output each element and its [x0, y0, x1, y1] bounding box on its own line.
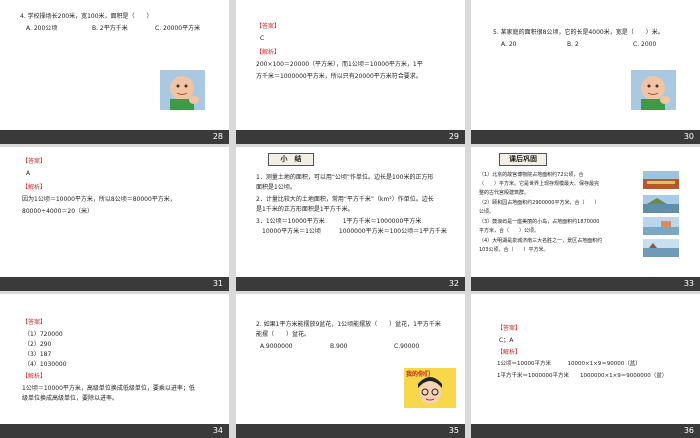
analysis-line-2: 1平方千米＝1000000平方米 1000000×1×9＝9000000（盆）: [497, 373, 668, 379]
option-a: A. 20: [501, 41, 517, 48]
analysis-line-2: 方千米＝1000000平方米，所以只有20000平方米符合要求。: [256, 73, 422, 80]
practice-line-9: 103公顷，合（ ）平方米。: [479, 247, 549, 253]
question-line-1: 2. 如果1平方米能摆放9盆花，1公顷能摆放（ ）盆花，1平方千米: [256, 321, 441, 328]
slide-number: 34: [212, 426, 223, 435]
slide-number: 32: [448, 279, 459, 288]
answer-1: （1）720000: [24, 331, 63, 338]
slide-29[interactable]: 【答案】 C 【解析】 200×100＝20000（平方米），而1公顷＝1000…: [236, 0, 465, 144]
summary-line-2: 面积是1公顷。: [256, 184, 296, 191]
summary-line-1: 1．测量土地的面积，可以用“公顷”作单位。边长是100米的正方形: [256, 174, 434, 181]
option-b: B. 2平方千米: [92, 25, 128, 32]
summer-palace-photo: [643, 195, 679, 213]
slide-34[interactable]: 【答案】 （1）720000 （2）290 （3）187 （4）1030000 …: [0, 294, 229, 438]
question-text: 4. 学校操场长200米，宽100米，面积是（ ）: [20, 13, 153, 20]
slide-35[interactable]: 2. 如果1平方米能摆放9盆花，1公顷能摆放（ ）盆花，1平方千米 能摆（ ）盆…: [236, 294, 465, 438]
answer-label: 【答案】: [22, 158, 47, 165]
analysis-label: 【解析】: [22, 373, 47, 380]
option-a: A.9000000: [260, 343, 293, 350]
practice-line-3: 整的古代宫殿建筑群。: [479, 190, 530, 196]
cartoon-sticker: 我的你们: [404, 368, 456, 408]
practice-line-2: （ ）平方米。它是世界上现存规模最大、保存最完: [479, 181, 600, 187]
option-b: B. 2: [567, 41, 579, 48]
daming-lake-photo: [643, 239, 679, 257]
summary-line-4: 是1千米的正方形面积是1平方千米。: [256, 206, 354, 213]
baby-photo: [160, 70, 205, 110]
palace-photo: [643, 171, 679, 189]
baby-photo: [631, 70, 676, 110]
practice-line-5: 公顷。: [479, 209, 495, 215]
slide-number: 30: [683, 132, 694, 141]
slide-number: 29: [448, 132, 459, 141]
answer-value: A: [26, 170, 31, 177]
answer-2: （2）290: [24, 341, 52, 348]
practice-line-1: （1）北京的故宫博物院占地面积约72公顷，合: [479, 172, 584, 178]
slide-36[interactable]: 【答案】 C；A 【解析】 1公顷＝10000平方米 10000×1×9＝900…: [471, 294, 700, 438]
summary-line-6: 10000平方米＝1公顷 1000000平方米＝100公顷＝1平方千米: [256, 228, 447, 235]
question-line-2: 能摆（ ）盆花。: [256, 331, 311, 338]
analysis-line-1: 200×100＝20000（平方米），而1公顷＝10000平方米，1平: [256, 61, 423, 68]
option-b: B.900: [330, 343, 348, 350]
option-c: C. 20000平方米: [155, 25, 201, 32]
analysis-line-1: 因为1公顷＝10000平方米，所以8公顷＝80000平方米，: [22, 196, 176, 203]
slide-number: 31: [212, 279, 223, 288]
answer-value: C: [260, 35, 265, 42]
slide-32[interactable]: 小 结 1．测量土地的面积，可以用“公顷”作单位。边长是100米的正方形 面积是…: [236, 147, 465, 291]
slide-28[interactable]: 4. 学校操场长200米，宽100米，面积是（ ） A. 200公顷 B. 2平…: [0, 0, 229, 144]
practice-line-4: （2）颐和园占地面积约2900000平方米，合（ ）: [479, 200, 600, 206]
answer-3: （3）187: [24, 351, 52, 358]
summary-title: 小 结: [268, 153, 314, 166]
analysis-line-2: 80000÷4000＝20（米）: [22, 208, 94, 215]
practice-line-6: （3）鼓浪屿是一座美丽的小岛，占地面积约1870000: [479, 219, 600, 225]
slide-number: 35: [448, 426, 459, 435]
summary-line-3: 2．计量比较大的土地面积，常用“平方千米”（km²）作单位。边长: [256, 196, 434, 203]
answer-label: 【答案】: [256, 23, 281, 30]
practice-line-8: （4）大明湖是泉城济南三大名胜之一，景区占地面积约: [479, 238, 603, 244]
analysis-line-1: 1公顷＝10000平方米，高级单位换成低级单位，要乘以进率；低: [22, 385, 195, 392]
slide-31[interactable]: 【答案】 A 【解析】 因为1公顷＝10000平方米，所以8公顷＝80000平方…: [0, 147, 229, 291]
slide-number: 36: [683, 426, 694, 435]
analysis-label: 【解析】: [22, 184, 47, 191]
answer-value: C；A: [499, 337, 514, 344]
option-a: A. 200公顷: [26, 25, 58, 32]
analysis-line-2: 级单位换成高级单位，要除以进率。: [22, 395, 119, 402]
slide-30[interactable]: 5. 某家庭的面积很8公顷，它的长是4000米，宽是（ ）米。 A. 20 B.…: [471, 0, 700, 144]
answer-label: 【答案】: [22, 319, 47, 326]
answer-label: 【答案】: [497, 325, 522, 332]
analysis-label: 【解析】: [256, 49, 281, 56]
option-c: C.90000: [394, 343, 420, 350]
analysis-line-1: 1公顷＝10000平方米 10000×1×9＝90000（盆）: [497, 361, 641, 367]
sticker-caption: 我的你们: [406, 371, 431, 378]
gulangyu-photo: [643, 217, 679, 235]
practice-title: 课后巩固: [499, 153, 547, 166]
summary-line-5: 3．1公顷＝10000平方米 1平方千米＝1000000平方米: [256, 218, 422, 225]
option-c: C. 2000: [633, 41, 657, 48]
slide-number: 33: [683, 279, 694, 288]
answer-4: （4）1030000: [24, 361, 67, 368]
practice-line-7: 平方米，合（ ）公顷。: [479, 228, 540, 234]
slide-33[interactable]: 课后巩固 （1）北京的故宫博物院占地面积约72公顷，合 （ ）平方米。它是世界上…: [471, 147, 700, 291]
slide-number: 28: [212, 132, 223, 141]
analysis-label: 【解析】: [497, 349, 522, 356]
question-text: 5. 某家庭的面积很8公顷，它的长是4000米，宽是（ ）米。: [493, 29, 664, 36]
